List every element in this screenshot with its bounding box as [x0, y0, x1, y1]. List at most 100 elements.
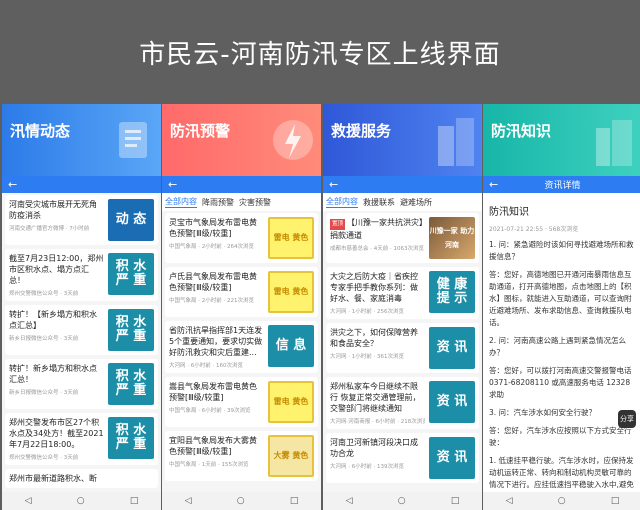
- navbar: ←: [2, 176, 161, 193]
- list-item[interactable]: 置顶 【川豫一家共抗洪灾】捐款通道 成都市慈善总会 · 4天前 · 1063次浏览 …: [326, 213, 479, 263]
- tab-rescue-contact[interactable]: 救援联系: [363, 197, 395, 208]
- item-title: 河南受灾城市展开无死角防疫消杀: [9, 200, 97, 220]
- news-list: 河南受灾城市展开无死角防疫消杀河南交通广播官方微博 · 7小时前 动 态 截至7…: [2, 193, 161, 493]
- list-item[interactable]: 洪灾之下，如何保障营养和食品安全？ 大河网 · 1小时前 · 361次浏览 资 讯: [326, 323, 479, 373]
- nav-back-icon[interactable]: ◁: [185, 496, 192, 506]
- item-title: 卢氏县气象局发布雷电黄色预警[Ⅲ级/较重]: [169, 272, 257, 292]
- item-title: 洪灾之下，如何保障营养和食品安全？: [330, 328, 418, 348]
- lightning-alarm-icon: [273, 120, 313, 160]
- nav-recents-icon[interactable]: □: [611, 496, 620, 506]
- list-item[interactable]: 嵩县气象局发布雷电黄色预警[Ⅲ级/较重] 中国气象局 · 6小时前 · 39次浏览…: [165, 377, 318, 427]
- back-arrow-icon[interactable]: ←: [329, 178, 343, 191]
- lightning-warning-icon: 雷电 黄色: [268, 217, 314, 259]
- item-title: 宜阳县气象局发布大雾黄色预警[Ⅲ级/较重]: [169, 436, 257, 456]
- banner: 防汛知识: [483, 104, 640, 176]
- item-thumbnail: 资 讯: [429, 327, 475, 369]
- item-title: 转扩！【新乡塌方和积水点汇总】: [9, 310, 97, 330]
- nav-back-icon[interactable]: ◁: [346, 496, 353, 506]
- building-icon: [438, 118, 474, 166]
- fog-warning-icon: 大雾 黄色: [268, 435, 314, 477]
- lightning-warning-icon: 雷电 黄色: [268, 381, 314, 423]
- item-thumbnail: 川豫一家 助力河南: [429, 217, 475, 259]
- nav-home-icon[interactable]: ○: [398, 496, 406, 506]
- item-title: 灵宝市气象局发布雷电黄色预警[Ⅲ级/较重]: [169, 218, 257, 238]
- item-title: 嵩县气象局发布雷电黄色预警[Ⅲ级/较重]: [169, 382, 257, 402]
- tab-all[interactable]: 全部内容: [165, 196, 197, 208]
- article-title: 防汛知识: [489, 207, 529, 218]
- list-item[interactable]: 省防汛抗旱指挥部1天连发5个重要通知，要求切实做好防汛救灾和灾后重建... 大河网…: [165, 321, 318, 373]
- item-title: 大灾之后防大疫｜省疾控专家手把手教你系列：做好水、餐、家庭消毒: [330, 272, 418, 303]
- tab-shelter[interactable]: 避难场所: [400, 197, 432, 208]
- item-meta: 中国气象局 · 2小时前 · 221次浏览: [169, 298, 254, 304]
- item-thumbnail: 健 康 提 示: [429, 271, 475, 313]
- document-icon: [119, 122, 147, 158]
- list-item[interactable]: 郑州私家车今日继续不限行 恢复正常交通管理前，交警部门将继续通知 大河网·河南商报…: [326, 377, 479, 429]
- back-arrow-icon[interactable]: ←: [168, 178, 182, 191]
- list-item[interactable]: 卢氏县气象局发布雷电黄色预警[Ⅲ级/较重] 中国气象局 · 2小时前 · 221次…: [165, 267, 318, 317]
- article-paragraph: 答：您好，可以拨打河南高速交警报警电话0371-68208110 或高速服务电话…: [489, 366, 632, 399]
- article-paragraph: 2. 问：河南高速公路上遇到紧急情况怎么办？: [489, 336, 627, 357]
- warning-list: 灵宝市气象局发布雷电黄色预警[Ⅲ级/较重] 中国气象局 · 2小时前 · 264次…: [162, 211, 321, 510]
- list-item[interactable]: 郑州市最新道路积水、断: [5, 469, 158, 488]
- item-meta: 中国气象局 · 1天前 · 155次浏览: [169, 462, 249, 468]
- phone-screen-flood-warning: 防汛预警 ← 全部内容 降雨预警 灾害预警 灵宝市气象局发布雷电黄色预警[Ⅲ级/…: [162, 104, 321, 510]
- back-arrow-icon[interactable]: ←: [8, 178, 22, 191]
- item-title: 郑州交警发布市区27个积水点及34处方！截至2021年7月22日18:00。: [9, 418, 104, 449]
- nav-back-icon[interactable]: ◁: [25, 496, 32, 506]
- phone-screen-flood-knowledge: 防汛知识 ← 资讯详情 防汛知识 2021-07-21 22:55 · 568次…: [483, 104, 640, 510]
- android-nav-bar: ◁ ○ □: [2, 492, 161, 510]
- article-paragraph: 答：您好，高德地图已开通河南暴雨信息互助通道，打开高德地图，点击地图上的【积水】…: [489, 270, 632, 327]
- nav-back-icon[interactable]: ◁: [506, 496, 513, 506]
- item-thumbnail: 积 水 严 重: [108, 363, 154, 405]
- item-title: 河南卫河新镇河段决口成功合龙: [330, 438, 418, 458]
- item-meta: 成都市慈善总会 · 4天前 · 1063次浏览: [330, 246, 424, 252]
- article: 防汛知识 2021-07-21 22:55 · 568次浏览 1. 问：紧急避险…: [483, 193, 640, 510]
- item-thumbnail: 信 息: [268, 325, 314, 367]
- item-thumbnail: 积 水 严 重: [108, 417, 154, 459]
- item-title: 郑州市最新道路积水、断: [9, 474, 97, 483]
- rescue-list: 置顶 【川豫一家共抗洪灾】捐款通道 成都市慈善总会 · 4天前 · 1063次浏览 …: [323, 211, 482, 510]
- item-meta: 新乡日报微信公众号 · 3天前: [9, 336, 79, 342]
- nav-home-icon[interactable]: ○: [77, 496, 85, 506]
- tab-all[interactable]: 全部内容: [326, 196, 358, 208]
- item-meta: 大河网 · 6小时前 · 139次浏览: [330, 464, 404, 470]
- list-item[interactable]: 大灾之后防大疫｜省疾控专家手把手教你系列：做好水、餐、家庭消毒 大河网 · 1小时…: [326, 267, 479, 319]
- list-item[interactable]: 转扩！新乡塌方和积水点汇总！ 新乡日报微信公众号 · 3天前 积 水 严 重: [5, 359, 158, 409]
- item-meta: 中国气象局 · 2小时前 · 264次浏览: [169, 244, 254, 250]
- nav-recents-icon[interactable]: □: [130, 496, 139, 506]
- share-button[interactable]: 分享: [618, 410, 636, 428]
- banner-title: 汛情动态: [10, 122, 71, 140]
- list-item[interactable]: 河南卫河新镇河段决口成功合龙大河网 · 6小时前 · 139次浏览 资 讯: [326, 433, 479, 483]
- tab-bar: 全部内容 救援联系 避难场所: [323, 193, 482, 211]
- list-item[interactable]: 宜阳县气象局发布大雾黄色预警[Ⅲ级/较重] 中国气象局 · 1天前 · 155次浏…: [165, 431, 318, 481]
- item-meta: 郑州交警微信公众号 · 3天前: [9, 455, 79, 461]
- banner: 救援服务: [323, 104, 482, 176]
- list-item[interactable]: 截至7月23日12:00，郑州市区积水点、塌方点汇总！ 郑州交警微信公众号 · 3…: [5, 249, 158, 301]
- android-nav-bar: ◁ ○ □: [323, 492, 482, 510]
- item-meta: 河南交通广播官方微博 · 7小时前: [9, 226, 90, 232]
- tab-disaster-warning[interactable]: 灾害预警: [239, 197, 271, 208]
- item-meta: 大河网 · 6小时前 · 160次浏览: [169, 363, 243, 369]
- list-item[interactable]: 灵宝市气象局发布雷电黄色预警[Ⅲ级/较重] 中国气象局 · 2小时前 · 264次…: [165, 213, 318, 263]
- android-nav-bar: ◁ ○ □: [483, 492, 640, 510]
- nav-recents-icon[interactable]: □: [290, 496, 299, 506]
- item-title: 省防汛抗旱指挥部1天连发5个重要通知，要求切实做好防汛救灾和灾后重建...: [169, 326, 263, 357]
- nav-home-icon[interactable]: ○: [237, 496, 245, 506]
- android-nav-bar: ◁ ○ □: [162, 492, 321, 510]
- list-item[interactable]: 河南受灾城市展开无死角防疫消杀河南交通广播官方微博 · 7小时前 动 态: [5, 195, 158, 245]
- article-paragraph: 1. 问：紧急避险时该如何寻找避难场所和救援信息？: [489, 240, 634, 261]
- nav-recents-icon[interactable]: □: [451, 496, 460, 506]
- item-thumbnail: 资 讯: [429, 437, 475, 479]
- tab-rain-warning[interactable]: 降雨预警: [202, 197, 234, 208]
- item-thumbnail: 资 讯: [429, 381, 475, 423]
- item-title: 转扩！新乡塌方和积水点汇总！: [9, 364, 97, 384]
- banner-title: 防汛知识: [491, 122, 552, 140]
- article-paragraph: 答：您好，汽车涉水应按照以下方式安全行驶：: [489, 426, 632, 447]
- nav-home-icon[interactable]: ○: [558, 496, 566, 506]
- list-item[interactable]: 转扩！【新乡塌方和积水点汇总】 新乡日报微信公众号 · 3天前 积 水 严 重: [5, 305, 158, 355]
- item-title: 郑州私家车今日继续不限行 恢复正常交通管理前，交警部门将继续通知: [330, 382, 421, 413]
- banner-title: 救援服务: [331, 122, 392, 140]
- share-label: 分享: [620, 415, 634, 423]
- item-thumbnail: 动 态: [108, 199, 154, 241]
- list-item[interactable]: 郑州交警发布市区27个积水点及34处方！截至2021年7月22日18:00。郑州…: [5, 413, 158, 465]
